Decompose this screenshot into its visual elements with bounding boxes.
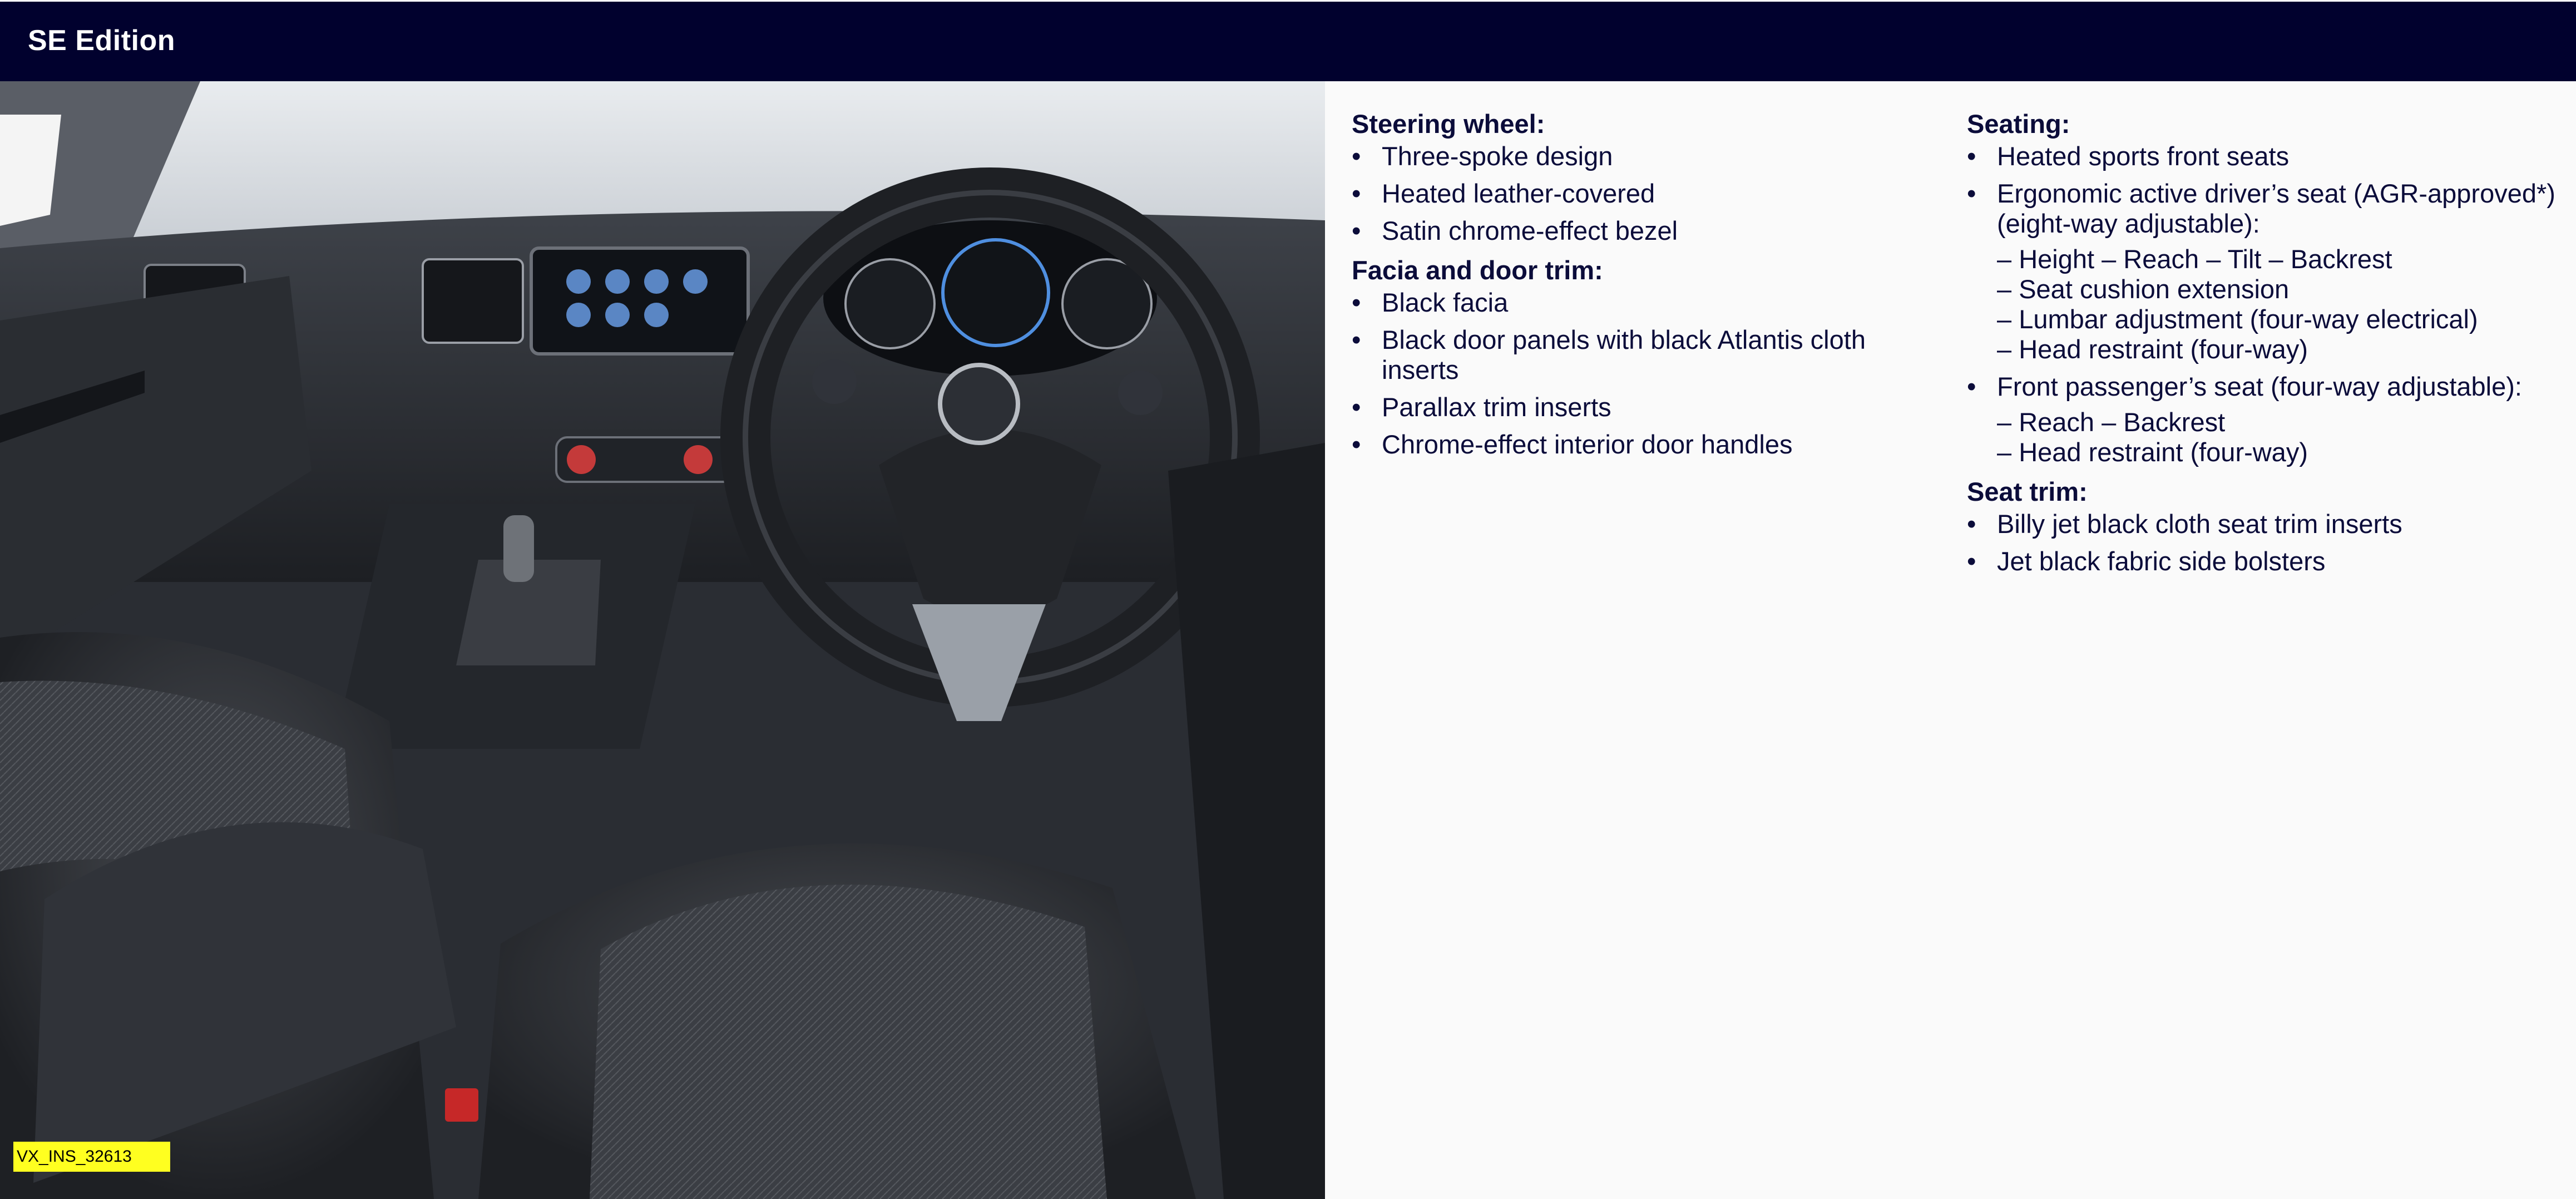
car-interior-image — [0, 81, 1325, 1199]
list-item: • Black facia — [1352, 288, 1509, 317]
list-item: • Billy jet black cloth seat trim inserts — [1967, 509, 2402, 539]
bullet-icon: • — [1352, 288, 1361, 317]
bullet-icon: • — [1967, 141, 1976, 171]
list-item: • Heated leather-covered — [1352, 179, 1655, 208]
interior-photo — [0, 81, 1325, 1199]
bullet-icon: • — [1352, 141, 1361, 171]
list-item: • Three-spoke design — [1352, 141, 1613, 171]
list-item: • Satin chrome-effect bezel — [1352, 216, 1678, 245]
facia-door-trim-list: • Black facia • Black door panels with bla… — [1352, 288, 1941, 460]
sub-item: – Head restraint (four-way) — [1997, 334, 2308, 364]
list-item: • Parallax trim inserts — [1352, 392, 1611, 422]
page-header: SE Edition — [0, 0, 2576, 81]
list-item: • Chrome-effect interior door handles — [1352, 430, 1793, 459]
seat-trim-heading: Seat trim: — [1967, 477, 2088, 506]
bullet-icon: • — [1352, 325, 1361, 354]
image-reference-tag: VX_INS_32613 — [13, 1142, 170, 1172]
passenger-seat-adjustments: – Reach – Backrest – Head restraint (fou… — [1997, 407, 2573, 467]
spec-content: Steering wheel: • Three-spoke design • Hea… — [1325, 81, 2576, 1199]
bullet-icon: • — [1352, 179, 1361, 208]
spec-column-left: Steering wheel: • Three-spoke design • Hea… — [1352, 107, 1941, 467]
facia-door-trim-heading: Facia and door trim: — [1352, 255, 1603, 285]
list-item: • Ergonomic active driver’s seat (AGR-app… — [1967, 179, 2573, 364]
bullet-icon: • — [1967, 372, 1976, 401]
seating-heading: Seating: — [1967, 109, 2070, 139]
list-item: • Heated sports front seats — [1967, 141, 2290, 171]
steering-wheel-heading: Steering wheel: — [1352, 109, 1545, 139]
list-item: • Jet black fabric side bolsters — [1967, 546, 2326, 576]
spec-column-right: Seating: • Heated sports front seats • Erg… — [1967, 107, 2573, 584]
sub-item: – Head restraint (four-way) — [1997, 437, 2308, 467]
bullet-icon: • — [1967, 179, 1976, 208]
sub-item: – Seat cushion extension — [1997, 274, 2290, 304]
page-title: SE Edition — [28, 24, 175, 57]
bullet-icon: • — [1352, 216, 1361, 245]
seating-list: • Heated sports front seats • Ergonomic ac… — [1967, 141, 2573, 467]
bullet-icon: • — [1967, 509, 1976, 539]
seat-trim-list: • Billy jet black cloth seat trim inserts… — [1967, 509, 2573, 576]
sub-item: – Lumbar adjustment (four-way electrical… — [1997, 304, 2478, 334]
list-item: • Black door panels with black Atlantis c… — [1352, 325, 1866, 384]
bullet-icon: • — [1967, 546, 1976, 576]
list-item: • Front passenger’s seat (four-way adjust… — [1967, 372, 2573, 467]
bullet-icon: • — [1352, 430, 1361, 459]
bullet-icon: • — [1352, 392, 1361, 422]
steering-wheel-list: • Three-spoke design • Heated leather-cove… — [1352, 141, 1941, 246]
sub-item: – Reach – Backrest — [1997, 407, 2226, 437]
driver-seat-adjustments: – Height – Reach – Tilt – Backrest – Sea… — [1997, 244, 2573, 364]
sub-item: – Height – Reach – Tilt – Backrest — [1997, 244, 2392, 274]
